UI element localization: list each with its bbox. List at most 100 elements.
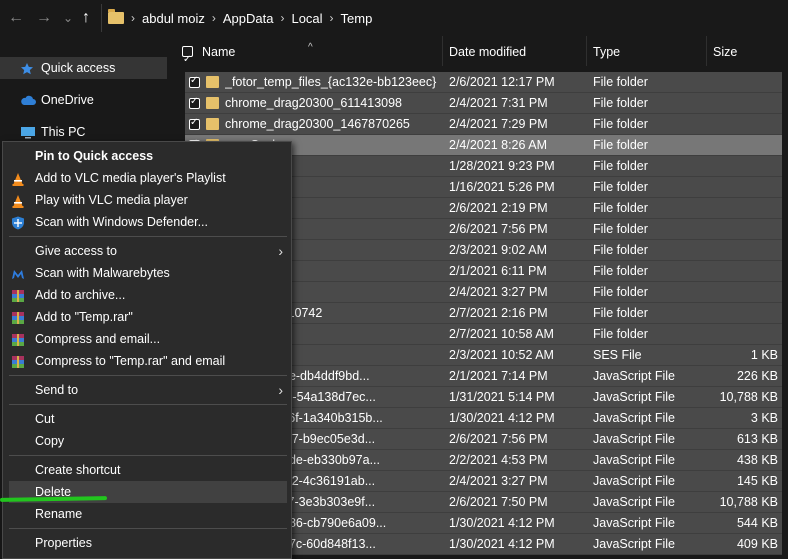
breadcrumb-item[interactable]: AppData <box>223 11 274 26</box>
row-checkbox[interactable] <box>189 117 200 130</box>
menu-item-label: Compress to "Temp.rar" and email <box>35 354 226 368</box>
menu-item-copy[interactable]: Copy <box>9 430 287 452</box>
menu-item-create-shortcut[interactable]: Create shortcut <box>9 459 287 481</box>
file-size: 226 KB <box>736 369 778 383</box>
menu-item-compress-to-temp-rar-and-email[interactable]: Compress to "Temp.rar" and email <box>9 350 287 372</box>
breadcrumb-separator[interactable]: › <box>330 11 334 25</box>
menu-item-label: Compress and email... <box>35 332 161 346</box>
menu-item-scan-with-malwarebytes[interactable]: Scan with Malwarebytes <box>9 262 287 284</box>
file-size: 10,788 KB <box>719 495 778 509</box>
up-button[interactable]: ↑ <box>82 9 90 27</box>
file-type: File folder <box>593 75 648 89</box>
row-checkbox[interactable] <box>189 96 200 109</box>
menu-item-play-with-vlc-media-player[interactable]: Play with VLC media player <box>9 189 287 211</box>
row-checkbox[interactable] <box>189 75 200 88</box>
file-type: JavaScript File <box>593 453 675 467</box>
column-name[interactable]: Name ^ <box>172 36 443 76</box>
breadcrumb-item[interactable]: Local <box>291 11 322 26</box>
file-name: _fotor_temp_files_{ac132e-bb123eec} <box>225 75 437 89</box>
file-size <box>709 114 778 134</box>
file-size <box>709 240 778 260</box>
file-date: 1/16/2021 5:26 PM <box>449 180 555 194</box>
menu-item-label: Rename <box>35 507 83 521</box>
sidebar-item-this-pc[interactable]: This PC <box>0 121 167 143</box>
breadcrumb-separator[interactable]: › <box>280 11 284 25</box>
menu-item-compress-and-email[interactable]: Compress and email... <box>9 328 287 350</box>
file-date: 2/6/2021 7:56 PM <box>449 432 548 446</box>
folder-icon <box>206 118 219 130</box>
file-date: 2/4/2021 7:31 PM <box>449 96 548 110</box>
menu-item-scan-with-windows-defender[interactable]: Scan with Windows Defender... <box>9 211 287 233</box>
file-type: JavaScript File <box>593 432 675 446</box>
column-date-modified[interactable]: Date modified <box>443 36 587 66</box>
file-size <box>709 72 778 92</box>
menu-item-rename[interactable]: Rename <box>9 503 287 525</box>
menu-item-give-access-to[interactable]: Give access to › <box>9 240 287 262</box>
menu-item-label: Copy <box>35 434 65 448</box>
sort-ascending-icon: ^ <box>308 42 313 53</box>
menu-item-cut[interactable]: Cut <box>9 408 287 430</box>
menu-item-label: Scan with Malwarebytes <box>35 266 170 280</box>
file-name: chrome_drag20300_611413098 <box>225 96 403 110</box>
breadcrumb-item[interactable]: abdul moiz <box>142 11 205 26</box>
file-date: 1/30/2021 4:12 PM <box>449 516 555 530</box>
menu-item-label: Scan with Windows Defender... <box>35 215 208 229</box>
file-type: File folder <box>593 243 648 257</box>
file-type: File folder <box>593 96 648 110</box>
file-date: 2/3/2021 9:02 AM <box>449 243 547 257</box>
breadcrumb-item[interactable]: Temp <box>341 11 373 26</box>
file-type: File folder <box>593 222 648 236</box>
file-type: JavaScript File <box>593 516 675 530</box>
file-size <box>709 156 778 176</box>
file-type: File folder <box>593 285 648 299</box>
select-all-checkbox[interactable] <box>182 44 193 76</box>
file-size: 613 KB <box>736 432 778 446</box>
menu-separator <box>9 375 287 376</box>
file-date: 2/4/2021 8:26 AM <box>449 138 547 152</box>
breadcrumb-separator[interactable]: › <box>212 11 216 25</box>
menu-item-label: Pin to Quick access <box>35 149 154 163</box>
menu-item-pin-to-quick-access[interactable]: Pin to Quick access <box>9 145 287 167</box>
folder-icon <box>108 9 124 24</box>
column-header: Name ^ Date modified Type Size <box>172 36 788 76</box>
file-date: 2/1/2021 6:11 PM <box>449 264 547 278</box>
file-type: File folder <box>593 159 648 173</box>
file-date: 2/6/2021 2:19 PM <box>449 201 548 215</box>
table-row[interactable]: chrome_drag20300_611413098 2/4/2021 7:31 … <box>185 93 782 114</box>
file-type: File folder <box>593 264 648 278</box>
menu-item-send-to[interactable]: Send to › <box>9 379 287 401</box>
vlc-icon <box>11 193 25 208</box>
menu-item-add-to-temp-rar[interactable]: Add to "Temp.rar" <box>9 306 287 328</box>
file-type: File folder <box>593 306 648 320</box>
menu-item-add-to-archive[interactable]: Add to archive... <box>9 284 287 306</box>
sidebar-item-onedrive[interactable]: OneDrive <box>0 89 167 111</box>
folder-icon <box>206 97 219 109</box>
back-button[interactable]: ← <box>8 9 24 27</box>
star-icon <box>20 62 36 75</box>
file-date: 2/2/2021 4:53 PM <box>449 453 548 467</box>
vlc-icon <box>11 171 25 186</box>
menu-item-properties[interactable]: Properties <box>9 532 287 554</box>
cloud-icon <box>20 94 36 106</box>
file-size: 10,788 KB <box>719 390 778 404</box>
malwarebytes-icon <box>11 266 25 280</box>
file-type: File folder <box>593 327 648 341</box>
forward-button[interactable]: → <box>36 9 52 27</box>
address-bar[interactable]: › abdul moiz › AppData › Local › Temp <box>101 4 788 32</box>
recent-locations-button[interactable]: ⌄ <box>63 9 73 27</box>
table-row[interactable]: chrome_drag20300_1467870265 2/4/2021 7:29… <box>185 114 782 135</box>
file-type: JavaScript File <box>593 537 675 551</box>
menu-separator <box>9 528 287 529</box>
menu-item-add-to-vlc-media-player-s-playlist[interactable]: Add to VLC media player's Playlist <box>9 167 287 189</box>
sidebar-item-quick-access[interactable]: Quick access <box>0 57 167 79</box>
column-size[interactable]: Size <box>707 36 788 66</box>
column-type[interactable]: Type <box>587 36 707 66</box>
breadcrumb-separator[interactable]: › <box>131 11 135 25</box>
table-row[interactable]: _fotor_temp_files_{ac132e-bb123eec} 2/6/2… <box>185 72 782 93</box>
file-date: 2/6/2021 7:50 PM <box>449 495 548 509</box>
address-toolbar: ← → ⌄ ↑ › abdul moiz › AppData › Local ›… <box>0 0 788 36</box>
menu-item-label: Create shortcut <box>35 463 121 477</box>
menu-item-label: Properties <box>35 536 92 550</box>
file-size <box>709 177 778 197</box>
menu-item-label: Cut <box>35 412 55 426</box>
